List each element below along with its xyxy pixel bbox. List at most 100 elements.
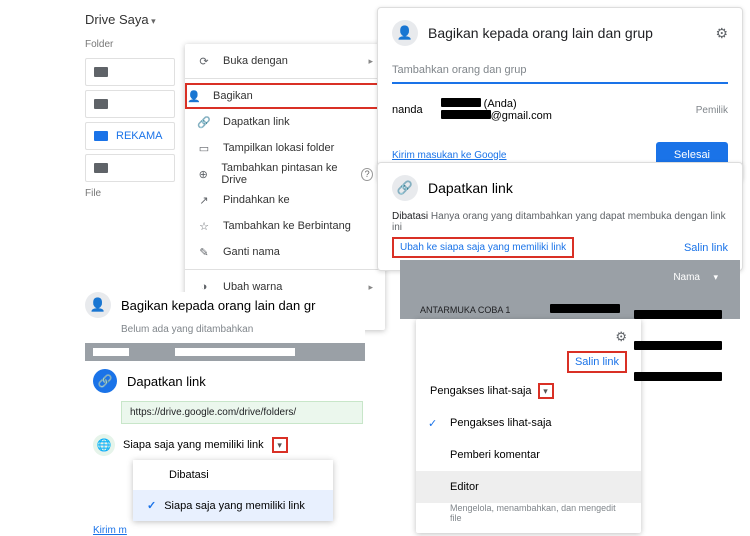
- help-icon[interactable]: ?: [361, 168, 373, 181]
- ctx-label: Tambahkan pintasan ke Drive: [221, 162, 349, 186]
- rename-icon: ✎: [197, 245, 211, 259]
- permission-dropdown-icon[interactable]: ▾: [538, 383, 554, 399]
- user-name: nanda: [392, 104, 423, 116]
- share-people-icon: 👤: [85, 292, 111, 318]
- option-label: Dibatasi: [169, 469, 209, 481]
- separator: [185, 78, 385, 79]
- redacted: [634, 310, 722, 319]
- copy-link-button[interactable]: Salin link: [567, 351, 627, 373]
- ctx-label: Dapatkan link: [223, 116, 290, 128]
- change-access-link[interactable]: Ubah ke siapa saja yang memiliki link: [392, 237, 574, 258]
- permission-top: ⚙: [416, 319, 641, 351]
- share-user-row: nanda (Anda) @gmail.com Pemilik: [378, 94, 742, 132]
- folder-icon: [94, 99, 108, 109]
- access-option-restricted[interactable]: Dibatasi: [133, 460, 333, 490]
- access-level-text: Siapa saja yang memiliki link: [123, 439, 264, 451]
- ctx-open-with[interactable]: ⟳ Buka dengan ▸: [185, 48, 385, 74]
- get-link-card: 🔗 Dapatkan link Dibatasi Hanya orang yan…: [377, 162, 743, 271]
- ctx-label: Ganti nama: [223, 246, 280, 258]
- redacted: [634, 341, 722, 350]
- permission-label: Pengakses lihat-saja: [430, 385, 532, 397]
- option-label: Siapa saja yang memiliki link: [164, 500, 305, 512]
- share-dialog: 👤 Bagikan kepada orang lain dan grup ⚙ T…: [377, 7, 743, 181]
- folder-row[interactable]: [85, 154, 175, 182]
- get-link-header: 🔗 Dapatkan link: [93, 369, 365, 393]
- redacted: [93, 348, 129, 356]
- ctx-add-shortcut[interactable]: ⊕ Tambahkan pintasan ke Drive?: [185, 161, 385, 187]
- redacted: [441, 98, 481, 107]
- permission-card: ⚙ Salin link Pengakses lihat-saja ▾ Peng…: [416, 319, 641, 533]
- feedback-link[interactable]: Kirim m: [93, 525, 365, 536]
- ctx-label: Tambahkan ke Berbintang: [223, 220, 351, 232]
- folder-icon: [94, 163, 108, 173]
- redacted: [634, 372, 722, 381]
- you-label: (Anda): [484, 98, 517, 110]
- get-link-header: 🔗 Dapatkan link: [392, 175, 728, 201]
- side-redactions: [634, 310, 722, 403]
- drive-title[interactable]: Drive Saya: [85, 12, 375, 27]
- link-icon: 🔗: [392, 175, 418, 201]
- folder-icon: [94, 67, 108, 77]
- link-icon: 🔗: [197, 115, 211, 129]
- share-dialog-header: 👤 Bagikan kepada orang lain dan grup ⚙: [378, 8, 742, 58]
- link-icon: 🔗: [93, 369, 117, 393]
- share-header: 👤 Bagikan kepada orang lain dan gr: [85, 292, 365, 318]
- ctx-star[interactable]: ☆ Tambahkan ke Berbintang: [185, 213, 385, 239]
- share-url[interactable]: https://drive.google.com/drive/folders/: [121, 401, 363, 424]
- user-email: @gmail.com: [491, 110, 552, 122]
- access-level-row: 🌐 Siapa saja yang memiliki link ▾: [93, 434, 365, 456]
- chevron-right-icon: ▸: [368, 282, 373, 293]
- star-icon: ☆: [197, 219, 211, 233]
- ctx-rename[interactable]: ✎ Ganti nama: [185, 239, 385, 265]
- shortcut-icon: ⊕: [197, 167, 209, 181]
- gear-icon[interactable]: ⚙: [615, 329, 627, 345]
- permission-selector[interactable]: Pengakses lihat-saja ▾: [416, 379, 641, 407]
- folder-row-selected[interactable]: REKAMA: [85, 122, 175, 150]
- access-option-anyone[interactable]: ✓ Siapa saja yang memiliki link: [133, 490, 333, 521]
- context-menu: ⟳Buka dengan▸ 👤Bagikan 🔗Dapatkan link ▭T…: [185, 44, 385, 330]
- copy-link-button[interactable]: Salin link: [684, 242, 728, 254]
- feedback-link[interactable]: Kirim masukan ke Google: [392, 150, 507, 161]
- owner-label: Pemilik: [696, 105, 728, 116]
- redacted: [441, 110, 491, 119]
- no-people-text: Belum ada yang ditambahkan: [121, 324, 365, 335]
- add-people-input[interactable]: Tambahkan orang dan grup: [392, 58, 728, 84]
- open-with-icon: ⟳: [197, 54, 211, 68]
- separator: [185, 269, 385, 270]
- globe-icon: 🌐: [93, 434, 115, 456]
- gray-header: Nama ▾: [400, 260, 740, 300]
- folder-location-icon: ▭: [197, 141, 211, 155]
- get-link-title: Dapatkan link: [428, 180, 513, 196]
- ctx-label: Buka dengan: [223, 55, 288, 67]
- ctx-label: Pindahkan ke: [223, 194, 290, 206]
- gear-icon[interactable]: ⚙: [715, 25, 728, 42]
- editor-description: Mengelola, menambahkan, dan mengedit fil…: [416, 503, 641, 533]
- share-dialog-small: 👤 Bagikan kepada orang lain dan gr Belum…: [85, 292, 365, 536]
- ctx-get-link[interactable]: 🔗 Dapatkan link: [185, 109, 385, 135]
- share-people-icon: 👤: [392, 20, 418, 46]
- folder-icon: [94, 131, 108, 141]
- restricted-text: Dibatasi Hanya orang yang ditambahkan ya…: [392, 211, 728, 233]
- permission-panel: Nama ▾ ANTARMUKA COBA 1 ⚙ Salin link Pen…: [400, 260, 740, 533]
- folder-name: REKAMA: [116, 130, 162, 142]
- ctx-move[interactable]: ↗ Pindahkan ke: [185, 187, 385, 213]
- share-title: Bagikan kepada orang lain dan grup: [428, 25, 705, 41]
- permission-editor[interactable]: Editor: [416, 471, 641, 503]
- ctx-label: Bagikan: [213, 90, 253, 102]
- permission-viewer[interactable]: Pengakses lihat-saja: [416, 407, 641, 439]
- get-link-title: Dapatkan link: [127, 374, 206, 389]
- redacted: [175, 348, 295, 356]
- share-icon: 👤: [187, 89, 201, 103]
- ctx-share[interactable]: 👤 Bagikan: [185, 83, 385, 109]
- name-column-header: Nama: [673, 272, 700, 283]
- check-icon: ✓: [147, 499, 156, 512]
- chevron-right-icon: ▸: [368, 56, 373, 67]
- folder-row[interactable]: [85, 58, 175, 86]
- permission-commenter[interactable]: Pemberi komentar: [416, 439, 641, 471]
- gray-decoration: [85, 343, 365, 361]
- ctx-show-location[interactable]: ▭Tampilkan lokasi folder: [185, 135, 385, 161]
- folder-row[interactable]: [85, 90, 175, 118]
- move-icon: ↗: [197, 193, 211, 207]
- get-link-actions: Ubah ke siapa saja yang memiliki link Sa…: [392, 237, 728, 258]
- access-dropdown-icon[interactable]: ▾: [272, 437, 288, 453]
